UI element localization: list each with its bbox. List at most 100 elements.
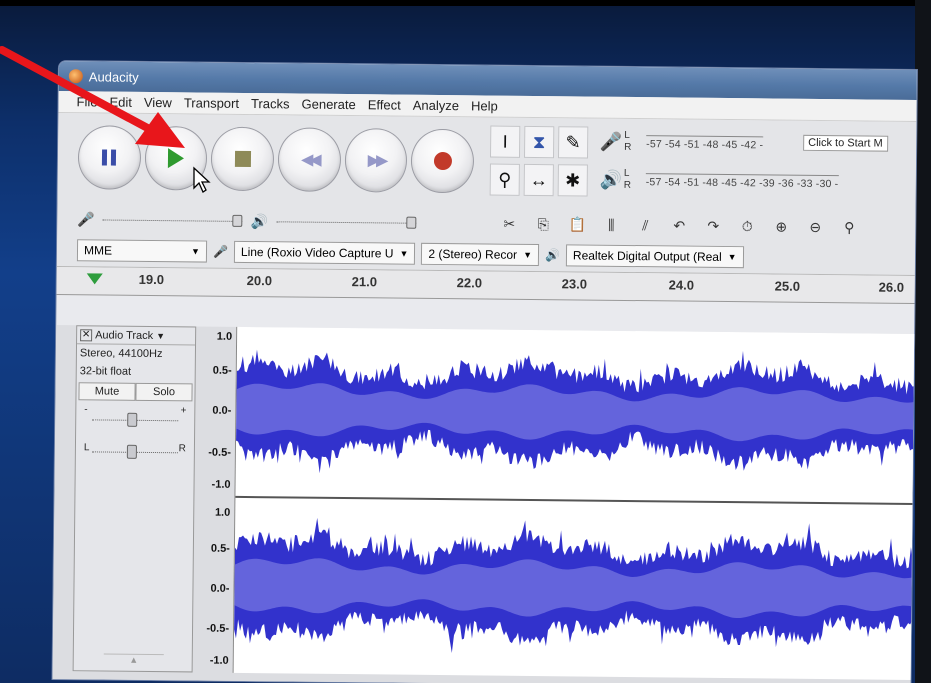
skip-to-end-icon: ▶▶ [367,152,385,170]
ruler-tick: 21.0 [351,274,378,290]
redo-icon[interactable]: ↷ [701,217,725,234]
gain-thumb[interactable] [127,412,138,427]
input-volume-thumb[interactable] [232,214,243,227]
cut-icon[interactable]: ✂ [497,215,521,232]
track-rate: Stereo, 44100Hz [79,347,163,361]
pan-l-label: L [83,442,90,454]
device-toolbar: MME ▼ 🎤 Line (Roxio Video Capture U ▼ 2 … [76,237,877,271]
trim-icon[interactable]: ⫼ [599,216,623,233]
selection-tool[interactable]: I [490,125,521,158]
menu-tracks[interactable]: Tracks [251,96,290,111]
meter-r-label: R [624,141,632,154]
ruler-tick: 24.0 [668,277,695,293]
collapse-track-button[interactable]: ▲ [103,653,164,666]
ruler-tick: 26.0 [878,279,905,295]
output-volume-slider[interactable] [276,216,417,229]
fit-selection-icon[interactable]: ⚲ [837,219,861,236]
record-button[interactable] [410,128,475,194]
scale-label: -0.5- [206,622,230,635]
multi-tool[interactable]: ✱ [557,164,588,197]
recording-channels-value: 2 (Stereo) Recor [428,246,518,262]
waveform-area[interactable] [232,326,917,680]
mouse-pointer-icon [193,166,211,193]
input-volume-slider[interactable] [102,214,243,227]
menu-analyze[interactable]: Analyze [413,98,459,113]
annotation-arrow [0,46,185,148]
scale-label: -0.5- [208,446,231,459]
time-shift-tool[interactable]: ↔ [523,163,554,197]
recording-device-select[interactable]: Line (Roxio Video Capture U ▼ [233,240,416,265]
microphone-icon: 🎤 [77,210,95,227]
asterisk-icon: ✱ [565,169,581,190]
gain-minus-label: - [84,404,88,416]
playback-meter-scale: -57 -54 -51 -48 -45 -42 -39 -36 -33 -30 … [645,172,839,190]
meter-l-label: L [624,129,630,141]
pencil-icon: ✎ [565,131,581,152]
zoom-out-icon[interactable]: ⊖ [803,218,827,235]
gain-slider[interactable]: - + [82,404,188,433]
screen-bezel-top [0,0,931,6]
track-format: 32-bit float [79,365,132,378]
microphone-icon: 🎤 [599,131,623,152]
time-shift-icon: ↔ [529,169,548,190]
scale-label: 1.0 [214,506,231,519]
chevron-down-icon: ▼ [523,249,533,260]
track-header: ✕ Audio Track ▼ [77,326,196,346]
record-meter[interactable]: 🎤 L R -57 -54 -51 -48 -45 -42 - Click to… [598,123,918,164]
copy-icon[interactable]: ⎘ [531,215,555,232]
waveform-svg [234,349,917,653]
envelope-tool[interactable]: ⧗ [524,125,555,159]
undo-icon[interactable]: ↶ [667,217,691,234]
track-name-menu[interactable]: Audio Track [95,329,153,342]
stop-icon [234,150,251,168]
i-beam-icon: I [502,131,508,152]
output-volume-thumb[interactable] [406,216,417,229]
envelope-icon: ⧗ [532,131,546,152]
sync-lock-icon[interactable]: ⏱ [735,218,759,235]
playback-device-select[interactable]: Realtek Digital Output (Real ▼ [565,244,744,269]
track-control-panel[interactable]: ✕ Audio Track ▼ Stereo, 44100Hz 32-bit f… [72,325,197,673]
ruler-tick: 19.0 [138,271,165,288]
meter-lr-2: L R [624,168,634,192]
close-track-icon[interactable]: ✕ [80,328,93,341]
silence-icon[interactable]: ⫽ [633,217,657,234]
speaker-icon: 🔊 [599,169,623,190]
pan-slider[interactable]: L R [82,436,188,465]
tools-toolbar: I ⧗ ✎ ⚲ ↔ ✱ [486,121,589,202]
chevron-down-icon: ▼ [727,252,737,263]
solo-button[interactable]: Solo [135,382,193,402]
ruler-tick: 20.0 [246,272,273,289]
meter-r-label-2: R [623,179,632,192]
channel-separator [235,495,916,506]
playback-device-value: Realtek Digital Output (Real [572,248,722,264]
scale-label: 0.5- [212,364,232,377]
play-head-triangle-icon[interactable] [86,273,103,285]
meter-l-label-2: L [623,167,630,179]
skip-to-end-button[interactable]: ▶▶ [344,128,408,193]
playback-meter[interactable]: 🔊 L R -57 -54 -51 -48 -45 -42 -39 -36 -3… [598,161,918,202]
meter-toolbar: 🎤 L R -57 -54 -51 -48 -45 -42 - Click to… [598,123,918,206]
ruler-tick: 25.0 [774,278,801,294]
chevron-down-icon[interactable]: ▼ [156,331,165,341]
menu-effect[interactable]: Effect [368,97,401,112]
zoom-tool[interactable]: ⚲ [489,163,520,196]
zoom-in-icon[interactable]: ⊕ [769,218,793,235]
menu-help[interactable]: Help [471,98,498,113]
stop-button[interactable] [210,126,275,192]
speaker-icon: 🔊 [544,248,561,263]
skip-to-start-button[interactable]: ◀◀ [277,127,341,192]
click-to-start-monitoring[interactable]: Click to Start M [803,134,888,152]
audio-host-select[interactable]: MME ▼ [76,239,208,263]
mute-solo-row: Mute Solo [78,382,193,402]
mute-button[interactable]: Mute [78,382,136,401]
draw-tool[interactable]: ✎ [557,126,589,159]
magnifier-icon: ⚲ [498,169,512,190]
recording-channels-select[interactable]: 2 (Stereo) Recor ▼ [421,242,540,267]
record-icon [433,151,452,171]
pan-thumb[interactable] [126,444,137,459]
ruler-tick: 22.0 [456,275,483,291]
paste-icon[interactable]: 📋 [565,216,589,233]
menu-generate[interactable]: Generate [301,97,355,113]
speaker-icon: 🔊 [250,212,269,229]
mixer-toolbar: 🎤 🔊 [77,205,487,237]
